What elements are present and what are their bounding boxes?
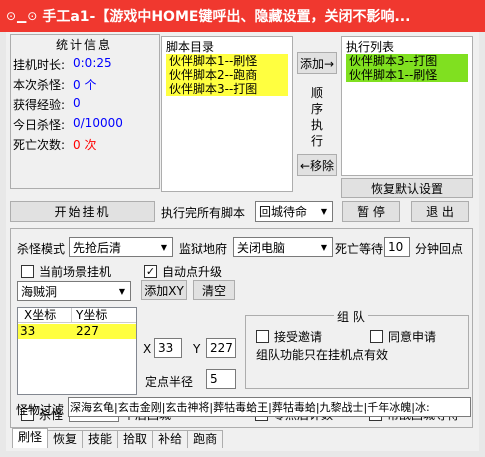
exec-list-panel: 执行列表 伙伴脚本3--打图 伙伴脚本1--刷怪 bbox=[341, 36, 473, 176]
after-all-label: 执行完所有脚本 bbox=[161, 206, 246, 220]
order-label-2: 序 bbox=[311, 102, 324, 116]
prison-label: 监狱地府 bbox=[179, 242, 228, 256]
tab-bar: 刷怪 恢复 技能 拾取 补给 跑商 bbox=[12, 428, 224, 448]
x-label: X bbox=[143, 342, 152, 356]
mode-select-value: 先抢后清 bbox=[73, 240, 122, 255]
chevron-down-icon: ▼ bbox=[160, 242, 168, 252]
tab-kill[interactable]: 刷怪 bbox=[12, 428, 49, 448]
window-title: 手工a1-【游戏中HOME键呼出、隐藏设置，关闭不影响... bbox=[42, 9, 411, 25]
coords-cell-y: 227 bbox=[76, 324, 99, 338]
agree-apply-label: 同意申请 bbox=[388, 330, 437, 344]
coords-col-y[interactable]: Y坐标 bbox=[72, 308, 136, 323]
script-dir-panel: 脚本目录 伙伴脚本1--刷怪 伙伴脚本2--跑商 伙伴脚本3--打图 bbox=[161, 36, 293, 192]
team-note: 组队功能只在挂机点有效 bbox=[256, 348, 389, 362]
chevron-down-icon: ▼ bbox=[320, 242, 328, 252]
check-icon[interactable]: ✓ bbox=[144, 265, 157, 278]
exec-list-item[interactable]: 伙伴脚本1--刷怪 bbox=[346, 68, 468, 82]
script-dir-list[interactable]: 伙伴脚本1--刷怪 伙伴脚本2--跑商 伙伴脚本3--打图 bbox=[166, 54, 288, 96]
runtime-label: 挂机时长: bbox=[13, 58, 66, 72]
exec-list-item[interactable]: 伙伴脚本3--打图 bbox=[346, 54, 468, 68]
radius-input[interactable]: 5 bbox=[206, 369, 236, 389]
map-select[interactable]: 海贼洞 ▼ bbox=[17, 281, 131, 301]
current-scene-label: 当前场景挂机 bbox=[39, 265, 112, 279]
agree-apply-checkbox[interactable]: 同意申请 bbox=[370, 328, 436, 345]
death-wait-unit: 分钟回点 bbox=[415, 242, 464, 256]
checkbox-box[interactable] bbox=[21, 265, 34, 278]
order-label-4: 行 bbox=[311, 134, 324, 148]
stats-panel: 统计信息 挂机时长: 0:0:25 本次杀怪: 0 个 获得经验: 0 今日杀怪… bbox=[10, 34, 160, 189]
tab-supply[interactable]: 补给 bbox=[152, 430, 189, 448]
script-dir-item[interactable]: 伙伴脚本1--刷怪 bbox=[166, 54, 288, 68]
kills-label: 本次杀怪: bbox=[13, 78, 66, 92]
deaths-label: 死亡次数: bbox=[13, 138, 66, 152]
stats-header: 统计信息 bbox=[56, 38, 113, 52]
restore-defaults-button[interactable]: 恢复默认设置 bbox=[341, 178, 473, 198]
team-header: 组 队 bbox=[334, 308, 368, 325]
after-all-select-value: 回城待命 bbox=[259, 205, 308, 219]
accept-invite-label: 接受邀请 bbox=[274, 330, 323, 344]
team-panel: 组 队 接受邀请 同意申请 组队功能只在挂机点有效 bbox=[245, 308, 469, 389]
coords-cell-x: 33 bbox=[20, 324, 36, 338]
y-input[interactable]: 227 bbox=[206, 338, 236, 358]
client-area: 统计信息 挂机时长: 0:0:25 本次杀怪: 0 个 获得经验: 0 今日杀怪… bbox=[6, 32, 479, 451]
runtime-value: 0:0:25 bbox=[73, 56, 112, 70]
tab-recover[interactable]: 恢复 bbox=[47, 430, 84, 448]
coords-header-row: X坐标 Y坐标 bbox=[18, 308, 136, 323]
tab-pickup[interactable]: 拾取 bbox=[117, 430, 154, 448]
deaths-value: 0 次 bbox=[73, 138, 97, 152]
kills-value: 0 个 bbox=[73, 78, 97, 92]
radius-label: 定点半径 bbox=[145, 375, 194, 389]
today-kills-label: 今日杀怪: bbox=[13, 118, 66, 132]
chevron-down-icon: ▼ bbox=[320, 207, 328, 216]
after-all-select[interactable]: 回城待命 ▼ bbox=[255, 201, 333, 222]
chevron-down-icon: ▼ bbox=[118, 286, 126, 296]
accept-invite-checkbox[interactable]: 接受邀请 bbox=[256, 328, 322, 345]
x-input[interactable]: 33 bbox=[154, 338, 182, 358]
today-kills-value: 0/10000 bbox=[73, 116, 123, 130]
current-scene-checkbox[interactable]: 当前场景挂机 bbox=[21, 263, 111, 280]
exit-button[interactable]: 退 出 bbox=[411, 201, 469, 222]
prison-select[interactable]: 关闭电脑 ▼ bbox=[233, 237, 333, 257]
y-label: Y bbox=[193, 342, 201, 356]
order-label-3: 执 bbox=[311, 118, 324, 132]
exec-list[interactable]: 伙伴脚本3--打图 伙伴脚本1--刷怪 bbox=[346, 54, 468, 82]
tab-trade[interactable]: 跑商 bbox=[187, 430, 224, 448]
map-select-value: 海贼洞 bbox=[21, 284, 58, 299]
add-xy-button[interactable]: 添加XY bbox=[141, 280, 187, 300]
coords-table[interactable]: X坐标 Y坐标 33 227 bbox=[17, 307, 137, 395]
death-wait-input[interactable]: 10 bbox=[384, 237, 410, 257]
checkbox-box[interactable] bbox=[370, 330, 383, 343]
clear-button[interactable]: 清空 bbox=[193, 280, 235, 300]
checkbox-box[interactable] bbox=[256, 330, 269, 343]
filter-input[interactable]: 深海玄龟|玄击金刚|玄击神将|葬牯毒蛤王|葬牯毒蛤|九黎战士|千年冰魄|冰: bbox=[68, 397, 471, 417]
coords-col-x[interactable]: X坐标 bbox=[18, 308, 72, 323]
window-menu-icon[interactable]: ⊙▁⊙ bbox=[6, 9, 38, 23]
script-dir-item[interactable]: 伙伴脚本3--打图 bbox=[166, 82, 288, 96]
add-script-button[interactable]: 添加→ bbox=[297, 52, 337, 74]
auto-levelup-label: 自动点升级 bbox=[162, 265, 223, 279]
table-row[interactable]: 33 227 bbox=[18, 324, 136, 339]
prison-select-value: 关闭电脑 bbox=[237, 240, 286, 255]
script-dir-header: 脚本目录 bbox=[166, 40, 215, 54]
mode-label: 杀怪模式 bbox=[17, 242, 66, 256]
mode-select[interactable]: 先抢后清 ▼ bbox=[69, 237, 173, 257]
exp-label: 获得经验: bbox=[13, 98, 66, 112]
exec-list-header: 执行列表 bbox=[346, 40, 395, 54]
auto-levelup-checkbox[interactable]: ✓ 自动点升级 bbox=[144, 263, 222, 280]
exp-value: 0 bbox=[73, 96, 81, 110]
start-button[interactable]: 开始挂机 bbox=[10, 201, 155, 222]
remove-script-button[interactable]: ←移除 bbox=[297, 154, 337, 176]
order-label-1: 顺 bbox=[311, 86, 324, 100]
filter-label: 怪物过滤 bbox=[16, 403, 65, 417]
death-wait-label: 死亡等待 bbox=[335, 242, 384, 256]
title-bar: ⊙▁⊙ 手工a1-【游戏中HOME键呼出、隐藏设置，关闭不影响... bbox=[0, 0, 485, 32]
tab-skills[interactable]: 技能 bbox=[82, 430, 119, 448]
script-dir-item[interactable]: 伙伴脚本2--跑商 bbox=[166, 68, 288, 82]
pause-button[interactable]: 暂 停 bbox=[342, 201, 400, 222]
